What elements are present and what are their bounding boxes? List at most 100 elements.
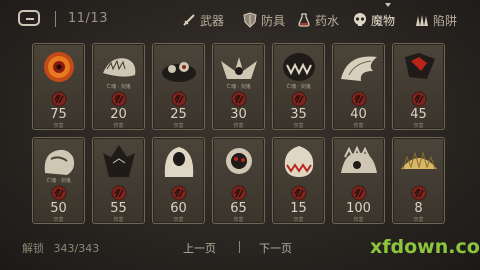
claw-seal-icon [111,185,127,201]
monster-portrait [103,145,135,177]
monster-card[interactable]: 75 伤害 [32,43,85,130]
unlock-status: 解锁 343/343 [22,240,99,256]
pager-divider [239,241,240,253]
monster-portrait [164,147,194,177]
damage-label: 伤害 [293,123,304,129]
sword-icon [183,14,195,26]
tab-potions-label: 药水 [315,13,340,28]
monster-card[interactable]: 55 伤害 [92,137,145,224]
monster-card[interactable]: 40 伤害 [332,43,385,130]
potion-icon [298,13,310,27]
damage-label: 伤害 [413,123,424,129]
damage-label: 伤害 [113,217,124,223]
damage-value: 75 [50,107,67,122]
monster-portrait [103,58,136,77]
tab-monsters[interactable]: 魔物 [352,10,395,30]
claw-seal-icon [51,185,67,201]
monster-portrait [341,145,377,173]
monster-card[interactable]: 亡魂 · 剑鬼 30 伤害 [212,43,265,130]
monster-portrait [226,148,252,174]
monster-card[interactable]: 65 伤害 [212,137,265,224]
monster-portrait [401,151,437,170]
monster-card[interactable]: 亡魂 · 剑鬼 35 伤害 [272,43,325,130]
monster-caption: 亡魂 · 剑鬼 [286,84,311,90]
damage-label: 伤害 [353,217,364,223]
back-icon[interactable] [18,10,40,28]
damage-value: 20 [110,107,127,122]
claw-seal-icon [231,185,247,201]
monster-portrait [284,146,314,177]
claw-seal-icon [51,91,67,107]
tab-armor[interactable]: 防具 [242,10,285,30]
monster-card[interactable]: 亡魂 · 剑鬼 50 伤害 [32,137,85,224]
monster-caption: 亡魂 · 剑鬼 [226,84,251,90]
monster-card[interactable]: 60 伤害 [152,137,205,224]
damage-label: 伤害 [173,123,184,129]
trap-spikes-icon [416,15,428,26]
damage-value: 25 [170,107,187,122]
claw-seal-icon [411,91,427,107]
monster-portrait [405,53,435,79]
claw-seal-icon [291,91,307,107]
damage-value: 30 [230,107,247,122]
damage-value: 55 [110,201,127,216]
monster-skull-icon [354,13,366,26]
claw-seal-icon [171,185,187,201]
damage-label: 伤害 [293,217,304,223]
damage-value: 60 [170,201,187,216]
tab-traps[interactable]: 陷阱 [414,10,457,30]
prev-page-button[interactable]: 上一页 [183,240,216,256]
header-divider [55,11,56,27]
watermark: xfdown.com [370,236,480,258]
monster-portrait [44,52,74,82]
shield-icon [243,12,257,28]
active-tab-marker [385,3,391,7]
claw-seal-icon [291,185,307,201]
tab-traps-label: 陷阱 [433,13,458,28]
monster-caption: 亡魂 · 剑鬼 [106,84,131,90]
damage-label: 伤害 [413,217,424,223]
tab-weapons-label: 武器 [200,13,225,28]
damage-value: 15 [290,201,307,216]
monster-card[interactable]: 15 伤害 [272,137,325,224]
damage-value: 35 [290,107,307,122]
damage-label: 伤害 [353,123,364,129]
damage-label: 伤害 [53,217,64,223]
tab-potions[interactable]: 药水 [296,10,339,30]
damage-label: 伤害 [53,123,64,129]
damage-label: 伤害 [173,217,184,223]
tab-armor-label: 防具 [261,13,286,28]
monster-card[interactable]: 100 伤害 [332,137,385,224]
claw-seal-icon [351,91,367,107]
damage-value: 40 [350,107,367,122]
monster-portrait [341,56,377,81]
unlock-label: 解锁 [22,242,44,255]
page-counter: 11/13 [68,11,108,26]
damage-value: 8 [414,201,423,216]
monster-card[interactable]: 亡魂 · 剑鬼 20 伤害 [92,43,145,130]
claw-seal-icon [411,185,427,201]
monster-portrait [221,57,257,79]
tab-monsters-label: 魔物 [371,13,396,28]
monster-portrait [162,62,196,82]
damage-label: 伤害 [113,123,124,129]
claw-seal-icon [351,185,367,201]
monster-card[interactable]: 25 伤害 [152,43,205,130]
claw-seal-icon [171,91,187,107]
damage-label: 伤害 [233,123,244,129]
damage-label: 伤害 [233,217,244,223]
claw-seal-icon [231,91,247,107]
tab-weapons[interactable]: 武器 [181,10,224,30]
monster-caption: 亡魂 · 剑鬼 [46,178,71,184]
top-bar: 11/13 武器 防具 药水 魔物 陷阱 [0,0,480,40]
damage-value: 45 [410,107,427,122]
monster-card[interactable]: 8 伤害 [392,137,445,224]
damage-value: 50 [50,201,67,216]
monster-card[interactable]: 45 伤害 [392,43,445,130]
unlock-count: 343/343 [53,242,100,255]
monster-portrait [44,149,75,175]
damage-value: 65 [230,201,247,216]
claw-seal-icon [111,91,127,107]
damage-value: 100 [346,201,371,216]
next-page-button[interactable]: 下一页 [259,240,292,256]
